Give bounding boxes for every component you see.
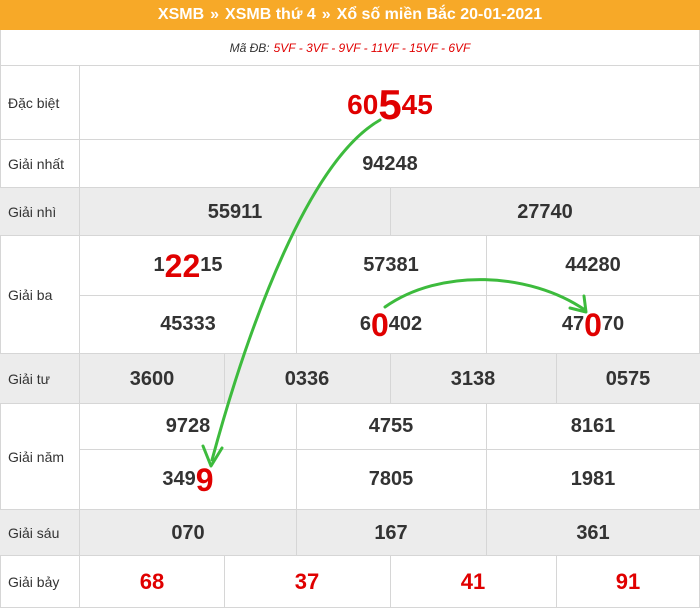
prize-label: Đặc biệt (0, 66, 80, 139)
digits: 47 (561, 313, 585, 335)
highlight-digit: 0 (584, 306, 602, 343)
digits: 6 (359, 313, 371, 335)
digits: 402 (388, 313, 423, 335)
prize-value: 3138 (450, 367, 496, 390)
prize-value: 7805 (368, 468, 414, 490)
breadcrumb-separator: » (321, 6, 331, 23)
prize-second-row: Giải nhì 55911 27740 (0, 188, 700, 236)
prize-seventh-row: Giải bảy 68 37 41 91 (0, 556, 700, 608)
prize-value: 1 22 15 (80, 236, 296, 295)
page-title-link[interactable]: Xổ số miền Bắc 20-01-2021 (337, 6, 542, 24)
prize-label: Giải tư (0, 354, 80, 403)
prize-special-row: Đặc biệt 60 5 45 (0, 66, 700, 140)
prize-label: Giải ba (0, 236, 80, 353)
highlight-digit: 0 (370, 306, 389, 343)
prize-value: 4755 (368, 415, 414, 437)
highlight-digit: 9 (195, 461, 214, 498)
prize-value: 167 (374, 521, 408, 544)
digits: 15 (200, 254, 223, 276)
prize-value: 1981 (570, 468, 616, 490)
prize-value: 349 9 (80, 449, 296, 510)
breadcrumb-weekday-link[interactable]: XSMB thứ 4 (225, 6, 316, 24)
prize-third-row: Giải ba 1 22 15 57381 44280 45333 6 0 402 47… (0, 236, 700, 354)
prize-first-row: Giải nhất 94248 (0, 140, 700, 188)
prize-value: 47 0 70 (486, 295, 700, 354)
digits: 70 (601, 313, 625, 335)
prize-label: Giải nhì (0, 188, 80, 235)
highlight-digit: 5 (378, 81, 402, 128)
prize-label: Giải sáu (0, 510, 80, 555)
prize-value: 94248 (362, 152, 418, 175)
prize-value: 68 (139, 569, 165, 594)
prize-value: 41 (460, 569, 486, 594)
digits: 45 (401, 89, 433, 120)
prize-value: 8161 (570, 415, 616, 437)
highlight-digit: 22 (164, 247, 201, 284)
prize-label: Giải nhất (0, 140, 80, 187)
prize-special-value: 60 5 45 (80, 66, 700, 140)
prize-value: 55911 (207, 200, 263, 223)
prize-label: Giải bảy (0, 556, 80, 608)
breadcrumb: XSMB » XSMB thứ 4 » Xổ số miền Bắc 20-01… (0, 0, 700, 30)
prize-value: 361 (576, 521, 610, 544)
prize-value: 0336 (284, 367, 330, 390)
digits: 1 (153, 254, 165, 276)
special-code-row: Mã ĐB: 5VF - 3VF - 9VF - 11VF - 15VF - 6… (0, 30, 700, 66)
special-code-label: Mã ĐB: (229, 40, 270, 55)
prize-value: 45333 (160, 313, 216, 335)
prize-value: 3600 (129, 367, 175, 390)
prize-value: 0575 (605, 367, 651, 390)
prize-value: 9728 (165, 415, 211, 437)
prize-value: 57381 (363, 254, 419, 276)
prize-value: 6 0 402 (296, 295, 486, 354)
prize-value: 91 (615, 569, 641, 594)
prize-value: 37 (294, 569, 320, 594)
breadcrumb-separator: » (210, 6, 220, 23)
prize-sixth-row: Giải sáu 070 167 361 (0, 510, 700, 556)
digits: 349 (162, 468, 196, 490)
prize-label: Giải năm (0, 404, 80, 509)
prize-value: 44280 (565, 254, 621, 276)
prize-fourth-row: Giải tư 3600 0336 3138 0575 (0, 354, 700, 404)
prize-fifth-row: Giải năm 9728 4755 8161 349 9 7805 1981 (0, 404, 700, 510)
prize-value: 27740 (517, 200, 573, 223)
special-code-values: 5VF - 3VF - 9VF - 11VF - 15VF - 6VF (273, 40, 471, 55)
digits: 60 (347, 89, 379, 120)
breadcrumb-xsmb-link[interactable]: XSMB (158, 6, 204, 24)
prize-value: 070 (171, 521, 205, 544)
